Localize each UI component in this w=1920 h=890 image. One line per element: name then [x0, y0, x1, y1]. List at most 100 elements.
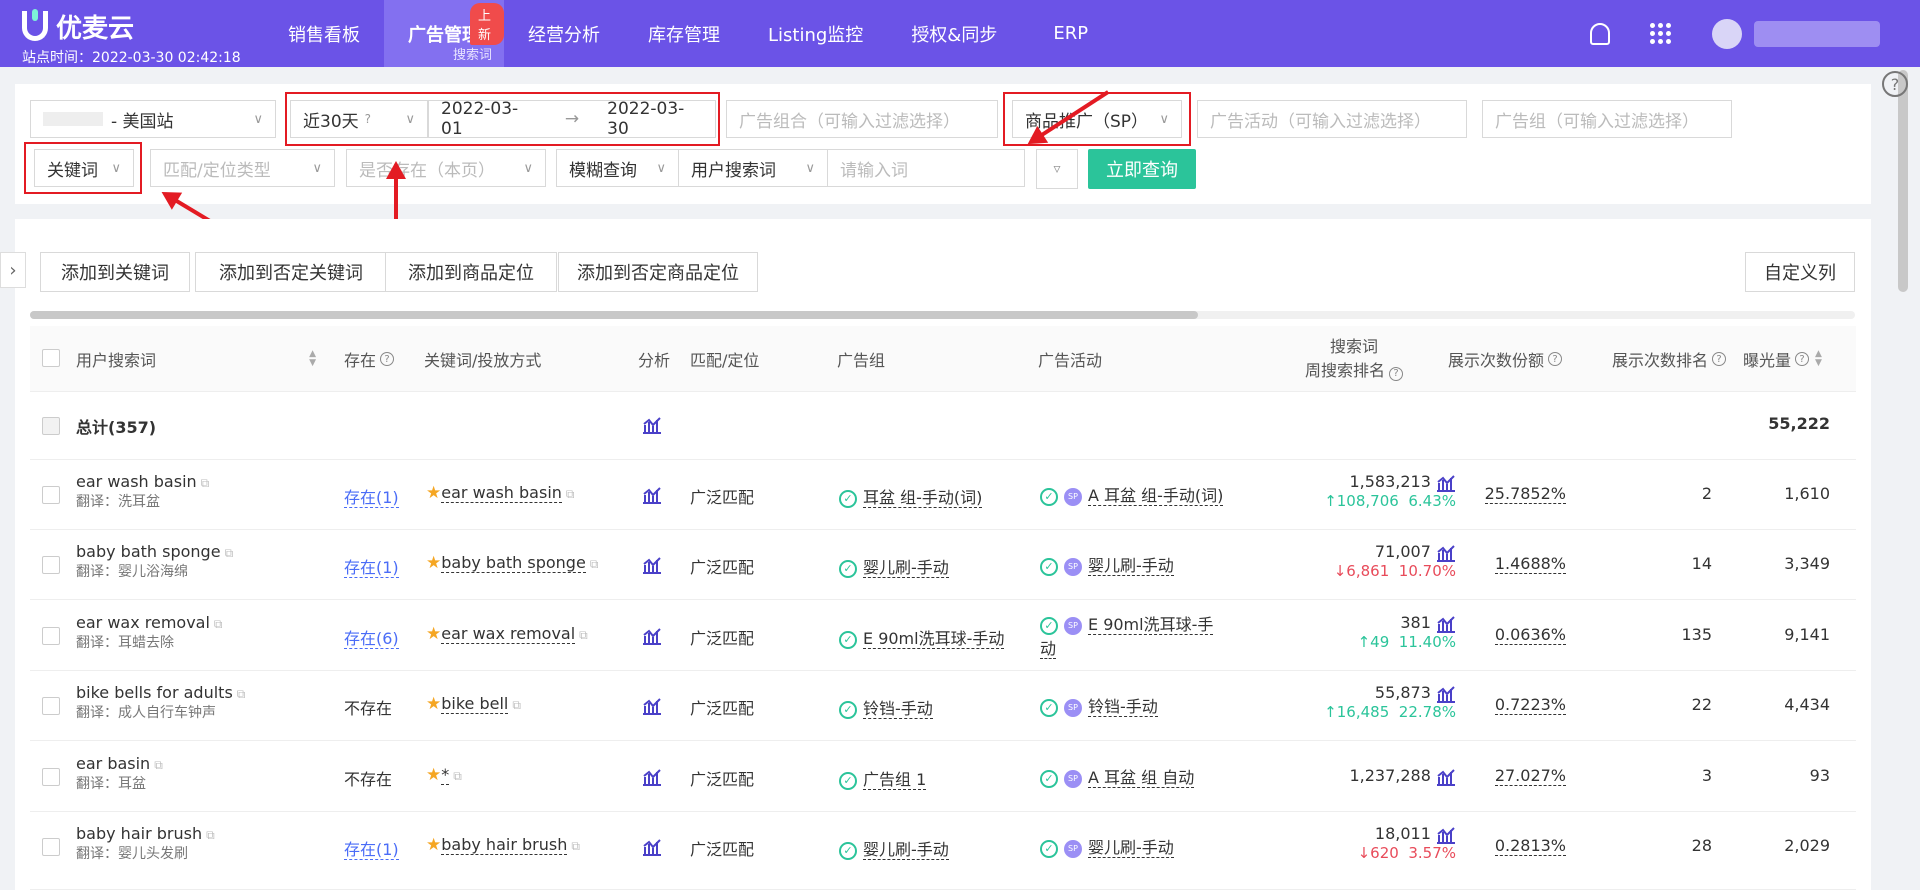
trend-chart-icon[interactable]: [642, 625, 662, 645]
chevron-right-icon[interactable]: ›: [0, 252, 26, 288]
campaign-cell[interactable]: ✓ SP 婴儿刷-手动: [1040, 554, 1174, 578]
search-term[interactable]: bike bells for adults: [76, 683, 233, 702]
impression-share[interactable]: 0.7223%: [1494, 695, 1566, 715]
external-link-icon[interactable]: ⧉: [214, 617, 223, 631]
ad-group-select[interactable]: 广告组（可输入过滤选择）: [1482, 100, 1732, 138]
trend-chart-icon[interactable]: [1436, 683, 1456, 703]
trend-chart-icon[interactable]: [1436, 472, 1456, 492]
nav-sales-dashboard[interactable]: 销售看板: [264, 0, 384, 67]
help-icon[interactable]: ?: [1795, 352, 1810, 366]
page-vertical-scrollbar[interactable]: [1898, 70, 1908, 292]
external-link-icon[interactable]: ⧉: [566, 487, 575, 501]
campaign-cell[interactable]: ✓ SP A 耳盆 组-手动(词): [1040, 484, 1224, 508]
brand-logo[interactable]: 优麦云: [22, 9, 134, 44]
trend-chart-icon[interactable]: [1436, 542, 1456, 562]
keyword-value[interactable]: ear wash basin: [441, 483, 562, 503]
fuzzy-query-select[interactable]: 模糊查询 ∨: [556, 149, 679, 187]
impression-share[interactable]: 25.7852%: [1484, 484, 1566, 504]
ad-portfolio-select[interactable]: 广告组合（可输入过滤选择）: [726, 100, 998, 138]
col-impressions[interactable]: 曝光量? ▲ ▼: [1743, 326, 1822, 392]
exists-cell[interactable]: 存在(1): [344, 554, 399, 578]
help-icon[interactable]: ?: [380, 352, 395, 366]
exists-cell[interactable]: 存在(6): [344, 625, 399, 649]
keyword-value[interactable]: baby hair brush: [441, 835, 568, 855]
keyword-cell[interactable]: ★baby hair brush ⧉: [426, 835, 580, 855]
nav-business-analysis[interactable]: 经营分析: [504, 0, 624, 67]
nav-ad-management[interactable]: 广告管理 上新 搜索词: [384, 0, 504, 67]
external-link-icon[interactable]: ⧉: [571, 839, 580, 853]
keyword-value[interactable]: baby bath sponge: [441, 553, 586, 573]
ad-group-cell[interactable]: ✓ 婴儿刷-手动: [839, 836, 949, 860]
sort-icon[interactable]: ▲ ▼: [1815, 350, 1822, 368]
row-checkbox[interactable]: [42, 697, 60, 715]
search-term[interactable]: ear wash basin: [76, 472, 197, 491]
exists-cell[interactable]: 存在(1): [344, 836, 399, 860]
external-link-icon[interactable]: ⧉: [453, 769, 462, 783]
external-link-icon[interactable]: ⧉: [201, 476, 210, 490]
campaign-cell[interactable]: ✓ SP 铃铛-手动: [1040, 695, 1158, 719]
row-checkbox[interactable]: [42, 556, 60, 574]
search-term[interactable]: baby bath sponge: [76, 542, 221, 561]
add-negative-product-target-button[interactable]: 添加到否定商品定位: [558, 252, 758, 292]
exists-value[interactable]: 存在(6): [344, 629, 399, 649]
help-icon[interactable]: ?: [1548, 352, 1563, 366]
external-link-icon[interactable]: ⧉: [590, 557, 599, 571]
external-link-icon[interactable]: ⧉: [225, 546, 234, 560]
campaign-cell[interactable]: ✓ SP 婴儿刷-手动: [1040, 836, 1174, 860]
row-checkbox[interactable]: [42, 486, 60, 504]
exists-value[interactable]: 存在(1): [344, 488, 399, 508]
impression-share[interactable]: 27.027%: [1494, 766, 1566, 786]
table-horizontal-scrollbar[interactable]: [30, 311, 1855, 319]
trend-chart-icon[interactable]: [1436, 824, 1456, 844]
external-link-icon[interactable]: ⧉: [237, 687, 246, 701]
help-icon[interactable]: ?: [1882, 71, 1908, 97]
ad-group-name[interactable]: 婴儿刷-手动: [863, 840, 949, 860]
trend-chart-icon[interactable]: [642, 554, 662, 574]
keyword-cell[interactable]: ★ear wash basin ⧉: [426, 483, 574, 503]
store-select[interactable]: - 美国站 ∨: [30, 100, 276, 138]
ad-group-cell[interactable]: ✓ 婴儿刷-手动: [839, 554, 949, 578]
search-term[interactable]: baby hair brush: [76, 824, 202, 843]
query-button[interactable]: 立即查询: [1088, 149, 1196, 189]
nav-listing-monitor[interactable]: Listing监控: [744, 0, 887, 67]
ad-group-name[interactable]: 耳盆 组-手动(词): [863, 488, 983, 508]
impression-share-value[interactable]: 0.7223%: [1494, 695, 1566, 715]
impression-share-value[interactable]: 27.027%: [1494, 766, 1566, 786]
external-link-icon[interactable]: ⧉: [512, 698, 521, 712]
external-link-icon[interactable]: ⧉: [206, 828, 215, 842]
col-search-term[interactable]: 用户搜索词 ▲ ▼: [76, 326, 316, 392]
ad-group-cell[interactable]: ✓ 铃铛-手动: [839, 695, 933, 719]
filter-funnel-icon[interactable]: ▿: [1036, 149, 1078, 189]
apps-grid-icon[interactable]: [1650, 22, 1672, 45]
sort-icon[interactable]: ▲ ▼: [309, 350, 316, 368]
ad-group-cell[interactable]: ✓ E 90ml洗耳球-手动: [839, 625, 1005, 649]
keyword-value[interactable]: *: [441, 765, 450, 785]
search-field-select[interactable]: 用户搜索词 ∨: [678, 149, 828, 187]
trend-chart-icon[interactable]: [642, 836, 662, 856]
help-icon[interactable]: ?: [1712, 352, 1727, 366]
scrollbar-thumb[interactable]: [30, 311, 1198, 319]
nav-erp[interactable]: ERP: [1021, 0, 1120, 67]
exists-cell[interactable]: 存在(1): [344, 484, 399, 508]
exists-select[interactable]: 是否存在（本页） ∨: [346, 149, 546, 187]
bell-icon[interactable]: [1590, 22, 1610, 45]
select-all-checkbox[interactable]: [42, 349, 60, 367]
help-icon[interactable]: ?: [1389, 367, 1404, 381]
impression-share-value[interactable]: 0.2813%: [1494, 836, 1566, 856]
ad-group-name[interactable]: 广告组 1: [863, 770, 927, 790]
external-link-icon[interactable]: ⧉: [154, 758, 163, 772]
search-term[interactable]: ear basin: [76, 754, 150, 773]
search-term[interactable]: ear wax removal: [76, 613, 210, 632]
impression-share[interactable]: 0.0636%: [1494, 625, 1566, 645]
ad-group-cell[interactable]: ✓ 耳盆 组-手动(词): [839, 484, 983, 508]
row-checkbox[interactable]: [42, 768, 60, 786]
ad-group-name[interactable]: 铃铛-手动: [863, 699, 933, 719]
keyword-value[interactable]: ear wax removal: [441, 624, 576, 644]
impression-share-value[interactable]: 1.4688%: [1494, 554, 1566, 574]
user-menu[interactable]: [1712, 18, 1880, 49]
nav-inventory[interactable]: 库存管理: [624, 0, 744, 67]
impression-share-value[interactable]: 25.7852%: [1484, 484, 1566, 504]
nav-auth-sync[interactable]: 授权&同步: [887, 0, 1021, 67]
exists-value[interactable]: 存在(1): [344, 840, 399, 860]
trend-chart-icon[interactable]: [642, 695, 662, 715]
